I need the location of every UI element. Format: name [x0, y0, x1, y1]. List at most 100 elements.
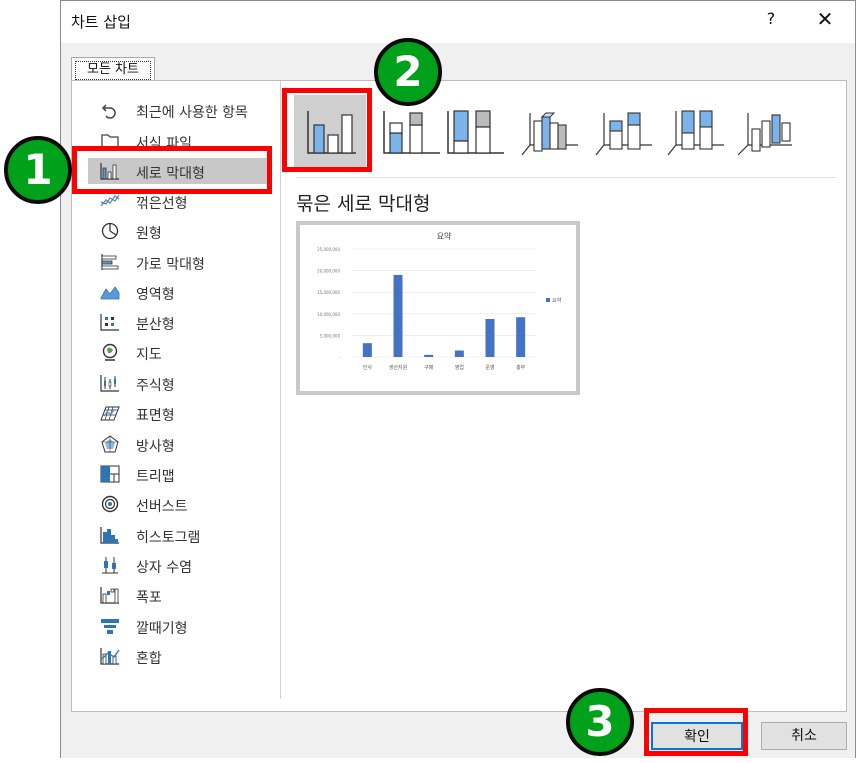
category-label: 폭포 [136, 590, 162, 606]
category-combo[interactable]: 혼합 [88, 643, 272, 669]
category-label: 분산형 [136, 317, 175, 333]
category-templates[interactable]: 서식 파일 [88, 128, 272, 154]
step-badge-3: 3 [566, 688, 634, 756]
box-whisker-chart-icon [102, 557, 118, 574]
category-map[interactable]: 지도 [88, 339, 272, 365]
category-label: 히스토그램 [136, 530, 201, 546]
scatter-chart-icon [100, 314, 119, 331]
step-badge-1: 1 [4, 136, 72, 204]
category-label: 가로 막대형 [136, 257, 205, 273]
category-waterfall[interactable]: 폭포 [88, 582, 272, 608]
category-label: 지도 [136, 347, 162, 363]
y-tick-label: 10,000,000 [317, 312, 340, 317]
bar [362, 343, 372, 357]
category-label: 영역형 [136, 287, 175, 303]
stacked-column-icon [383, 111, 440, 154]
category-label: 방사형 [136, 439, 175, 455]
bar [485, 318, 495, 357]
clustered-column-icon [307, 111, 356, 154]
category-scatter[interactable]: 분산형 [88, 309, 272, 335]
panel-divider [280, 81, 281, 699]
help-button[interactable]: ? [761, 9, 781, 28]
funnel-chart-icon [101, 619, 119, 634]
tab-all-charts-label: 모든 차트 [75, 61, 151, 80]
subtype-3d-stacked-column[interactable] [586, 95, 658, 167]
3d-column-icon [737, 113, 792, 156]
category-label: 꺾은선형 [136, 196, 188, 212]
subtype-100-stacked-column[interactable] [440, 95, 512, 167]
category-histogram[interactable]: 히스토그램 [88, 522, 272, 548]
subtype-clustered-column[interactable] [294, 95, 366, 167]
category-label: 선버스트 [136, 499, 188, 515]
treemap-chart-icon [100, 465, 120, 483]
preview-chart: 요약 - 5,000,000 10,000,000 15,000,000 20,000,0… [317, 231, 562, 371]
category-pie[interactable]: 원형 [88, 218, 272, 244]
subtype-3d-column[interactable] [730, 95, 802, 167]
y-tick-label: 15,000,000 [317, 290, 340, 295]
category-stock[interactable]: 주식형 [88, 370, 272, 396]
line-chart-icon [100, 194, 120, 207]
category-bar[interactable]: 가로 막대형 [88, 249, 272, 275]
folder-icon [101, 134, 119, 149]
category-treemap[interactable]: 트리맵 [88, 461, 272, 487]
pie-chart-icon [101, 222, 119, 240]
x-tick-label: 인사 [363, 364, 373, 371]
category-surface[interactable]: 표면형 [88, 400, 272, 426]
bar [454, 350, 464, 357]
subtype-stacked-column[interactable] [376, 95, 448, 167]
ok-button[interactable]: 확인 [651, 722, 743, 750]
chart-preview[interactable]: 요약 - 5,000,000 10,000,000 15,000,000 20,000,0… [296, 221, 580, 395]
category-label: 깔때기형 [136, 621, 188, 637]
x-tick-label: 구매 [424, 364, 434, 371]
x-tick-label: 총무 [516, 364, 526, 371]
category-label: 세로 막대형 [136, 166, 205, 182]
category-radar[interactable]: 방사형 [88, 431, 272, 457]
bar [516, 317, 526, 357]
category-column[interactable]: 세로 막대형 [88, 158, 272, 184]
tab-all-charts[interactable]: 모든 차트 [71, 57, 155, 81]
insert-chart-dialog: 차트 삽입 ? ✕ 모든 차트 최근에 사용한 항목 서식 파일 세로 막대형 … [60, 0, 856, 758]
close-button[interactable]: ✕ [813, 7, 837, 31]
3d-stacked-column-icon [595, 112, 652, 156]
step-badge-2: 2 [374, 38, 442, 106]
sunburst-chart-icon [101, 495, 119, 513]
cancel-button[interactable]: 취소 [761, 722, 847, 750]
chart-title: 요약 [437, 231, 452, 241]
y-tick-label: - [339, 355, 341, 360]
x-tick-label: 운영 [485, 364, 494, 371]
subtype-3d-clustered-column[interactable] [512, 95, 584, 167]
dialog-footer: 확인 취소 [61, 712, 855, 758]
subtype-3d-100-stacked-column[interactable] [658, 95, 730, 167]
3d-100-stacked-column-icon [667, 110, 724, 156]
category-label: 원형 [136, 226, 162, 242]
y-tick-label: 20,000,000 [317, 269, 340, 274]
category-recent[interactable]: 최근에 사용한 항목 [88, 97, 272, 123]
category-box-whisker[interactable]: 상자 수염 [88, 552, 272, 578]
legend-swatch [546, 298, 550, 302]
y-tick-label: 5,000,000 [320, 333, 341, 338]
category-label: 트리맵 [136, 469, 175, 485]
bar [393, 274, 403, 357]
x-tick-label: 생산지원 [389, 364, 408, 371]
chart-panel: 최근에 사용한 항목 서식 파일 세로 막대형 꺾은선형 원형 가로 막대형 영… [71, 80, 847, 712]
area-chart-icon [100, 286, 120, 300]
legend-label: 요약 [552, 297, 562, 304]
category-label: 최근에 사용한 항목 [136, 105, 248, 121]
bar [424, 354, 434, 357]
bar-chart-icon [101, 254, 119, 270]
category-label: 표면형 [136, 408, 175, 424]
category-line[interactable]: 꺾은선형 [88, 188, 272, 214]
category-funnel[interactable]: 깔때기형 [88, 613, 272, 639]
title-bar: 차트 삽입 ? ✕ [61, 1, 855, 43]
x-tick-label: 영업 [455, 364, 464, 371]
map-chart-icon [102, 343, 118, 361]
radar-chart-icon [101, 435, 119, 453]
category-label: 상자 수염 [136, 560, 192, 576]
y-tick-label: 25,000,000 [317, 247, 340, 252]
category-area[interactable]: 영역형 [88, 279, 272, 305]
histogram-chart-icon [100, 527, 119, 544]
stock-chart-icon [100, 375, 119, 392]
combo-chart-icon [100, 648, 120, 665]
category-label: 혼합 [136, 651, 162, 667]
category-sunburst[interactable]: 선버스트 [88, 491, 272, 517]
